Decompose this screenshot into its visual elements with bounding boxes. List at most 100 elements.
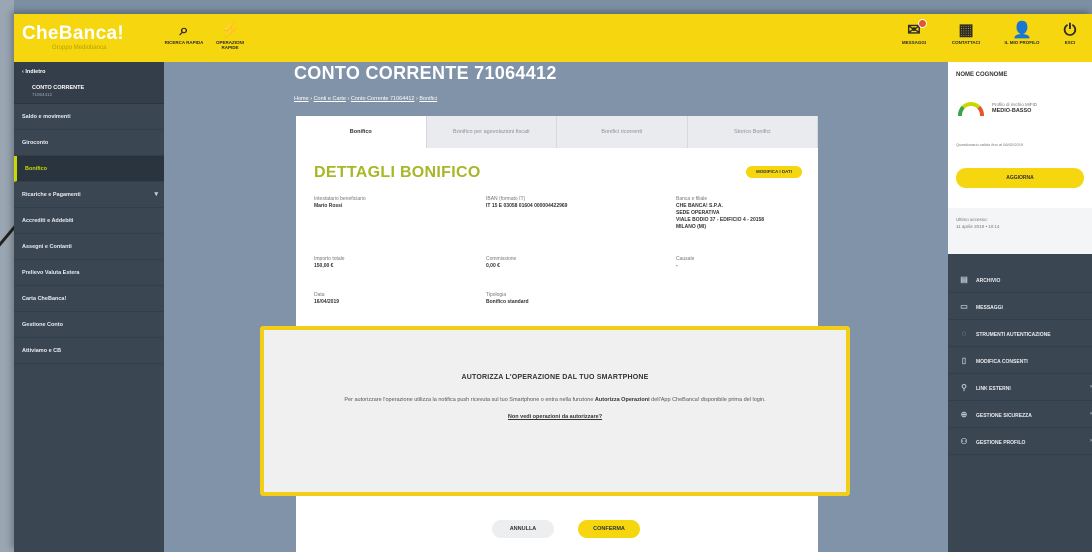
date-field: Data 16/04/2019 <box>314 292 339 306</box>
contacts-icon: ▦ <box>958 22 974 39</box>
right-item-archivio[interactable]: ▤ ARCHIVIO <box>948 266 1092 293</box>
panel-gap <box>948 254 1092 266</box>
sidebar-item-carta[interactable]: Carta CheBanca! <box>14 286 164 312</box>
sidebar-item-prelievo[interactable]: Prelievo Valuta Estera <box>14 260 164 286</box>
sidebar-item-saldo[interactable]: Saldo e movimenti <box>14 104 164 130</box>
brand-logo[interactable]: CheBanca! Gruppo Mediobanca <box>22 23 124 51</box>
breadcrumb-conto[interactable]: Conto Corrente 71064412 <box>351 96 415 102</box>
no-operations-link[interactable]: Non vedi operazioni da autorizzare? <box>264 414 846 420</box>
left-sidebar: ‹ Indietro CONTO CORRENTE 71064412 Saldo… <box>14 62 164 552</box>
user-summary: NOME COGNOME Profilo di rischio MiFID ME… <box>948 62 1092 208</box>
sidebar-item-ricariche[interactable]: Ricariche e Pagamenti ▾ <box>14 182 164 208</box>
amount-value: 150,00 € <box>314 263 334 269</box>
page-title: CONTO CORRENTE 71064412 <box>294 63 557 83</box>
right-item-label: GESTIONE SICUREZZA <box>976 413 1032 419</box>
brand-subtitle: Gruppo Mediobanca <box>52 45 107 51</box>
right-item-messaggi[interactable]: ▭ MESSAGGI <box>948 293 1092 320</box>
quick-search-label: RICERCA RAPIDA <box>164 40 204 45</box>
iban-label: IBAN (formato IT) <box>486 196 526 202</box>
type-label: Tipologia <box>486 292 507 298</box>
risk-profile-label: Profilo di rischio MiFID <box>992 102 1038 107</box>
sidebar-item-accrediti[interactable]: Accrediti e Addebiti <box>14 208 164 234</box>
breadcrumb-home[interactable]: Home <box>294 96 309 102</box>
confirm-button[interactable]: CONFERMA <box>578 520 640 538</box>
search-icon: ⌕ <box>179 22 189 39</box>
modal-title: AUTORIZZA L'OPERAZIONE DAL TUO SMARTPHON… <box>461 374 649 381</box>
bank-branch: SEDE OPERATIVA <box>676 210 720 216</box>
bank-label: Banca e filiale <box>676 196 708 202</box>
reason-label: Causale <box>676 256 695 262</box>
authorize-modal: AUTORIZZA L'OPERAZIONE DAL TUO SMARTPHON… <box>260 326 850 496</box>
tab-bonifico[interactable]: Bonifico <box>296 116 427 148</box>
messages-label: MESSAGGI <box>901 40 927 45</box>
breadcrumb-conti[interactable]: Conti e Carte <box>314 96 346 102</box>
quick-operations-label: OPERAZIONI RAPIDE <box>215 40 244 50</box>
sidebar-item-attiviamo[interactable]: Attiviamo e CB <box>14 338 164 364</box>
modal-text-after: dell'App CheBanca! disponibile prima del… <box>649 397 766 403</box>
tab-agevolazioni[interactable]: Bonifico per agevolazioni fiscali <box>427 116 557 148</box>
right-item-link-esterni[interactable]: ⚲ LINK ESTERNI › <box>948 374 1092 401</box>
chevron-down-icon: ▾ <box>154 191 158 198</box>
contact-us-label: CONTATTACI <box>951 40 981 45</box>
right-item-label: MESSAGGI <box>976 305 1003 311</box>
back-label: Indietro <box>25 69 46 75</box>
tab-bar: Bonifico Bonifico per agevolazioni fisca… <box>296 116 818 148</box>
sidebar-back-link[interactable]: ‹ Indietro <box>22 66 156 78</box>
sidebar-item-bonifico[interactable]: Bonifico <box>14 156 164 182</box>
type-field: Tipologia Bonifico standard <box>486 292 529 306</box>
right-item-profilo[interactable]: ⚇ GESTIONE PROFILO › <box>948 428 1092 455</box>
update-button[interactable]: AGGIORNA <box>956 168 1084 188</box>
right-item-consenti[interactable]: ▯ MODIFICA CONSENTI <box>948 347 1092 374</box>
breadcrumb: Home › Conti e Carte › Conto Corrente 71… <box>294 96 438 102</box>
tab-storico[interactable]: Storico Bonifici <box>688 116 818 148</box>
right-item-label: ARCHIVIO <box>976 278 1001 284</box>
messages-icon: ▭ <box>960 302 968 311</box>
user-icon: 👤 <box>1012 22 1032 39</box>
top-bar: CheBanca! Gruppo Mediobanca ⌕ RICERCA RA… <box>14 14 1092 62</box>
sidebar-item-gestione[interactable]: Gestione Conto <box>14 312 164 338</box>
reason-value: - <box>676 263 678 269</box>
bank-field: Banca e filiale CHE BANCA! S.P.A. SEDE O… <box>676 196 764 231</box>
tab-ricorrenti[interactable]: Bonifici ricorrenti <box>557 116 688 148</box>
archive-icon: ▤ <box>960 275 968 284</box>
lightning-icon: ⚡ <box>220 22 240 39</box>
date-label: Data <box>314 292 325 298</box>
sidebar-item-assegni[interactable]: Assegni e Contanti <box>14 234 164 260</box>
right-item-label: MODIFICA CONSENTI <box>976 359 1028 365</box>
quick-search-button[interactable]: ⌕ RICERCA RAPIDA <box>164 22 204 45</box>
risk-profile-value: MEDIO-BASSO <box>992 108 1032 114</box>
profile-label: IL MIO PROFILO <box>1004 40 1040 45</box>
questionnaire-note: Questionario valido fino al 08/02/2019 <box>956 142 1024 147</box>
logout-button[interactable]: ⏻ ESCI <box>1050 22 1090 45</box>
amount-field: Importo totale 150,00 € <box>314 256 345 270</box>
breadcrumb-bonifici[interactable]: Bonifici <box>419 96 437 102</box>
iban-field: IBAN (formato IT) IT 15 E 03058 01604 00… <box>486 196 567 210</box>
logout-label: ESCI <box>1064 40 1076 45</box>
last-access: Ultimo accesso: 11 aprile 2019 • 10:14 <box>948 208 1092 254</box>
lock-icon: ⊕ <box>960 410 968 419</box>
reason-field: Causale - <box>676 256 694 270</box>
quick-operations-button[interactable]: ⚡ OPERAZIONI RAPIDE <box>210 22 250 50</box>
cancel-button[interactable]: ANNULLA <box>492 520 554 538</box>
risk-profile: Profilo di rischio MiFID MEDIO-BASSO <box>992 102 1037 114</box>
fee-field: Commissione 0,00 € <box>486 256 516 270</box>
last-access-label: Ultimo accesso: <box>956 217 988 222</box>
sidebar-back-group[interactable]: ‹ Indietro CONTO CORRENTE 71064412 <box>14 62 164 104</box>
amount-label: Importo totale <box>314 256 345 262</box>
exit-icon: ⏻ <box>1063 22 1077 39</box>
fee-value: 0,00 € <box>486 263 500 269</box>
section-title: DETTAGLI BONIFICO <box>314 164 481 181</box>
iban-value: IT 15 E 03058 01604 000004422969 <box>486 203 568 209</box>
beneficiary-field: Intestatario beneficiario Mario Rossi <box>314 196 366 210</box>
right-item-autenticazione[interactable]: ◌ STRUMENTI AUTENTICAZIONE <box>948 320 1092 347</box>
messages-button[interactable]: ✉ MESSAGGI <box>894 19 934 45</box>
right-item-sicurezza[interactable]: ⊕ GESTIONE SICUREZZA › <box>948 401 1092 428</box>
beneficiary-label: Intestatario beneficiario <box>314 196 366 202</box>
modify-button[interactable]: MODIFICA I DATI <box>746 166 802 178</box>
contact-us-button[interactable]: ▦ CONTATTACI <box>946 22 986 45</box>
beneficiary-value: Mario Rossi <box>314 203 343 209</box>
bank-city: MILANO (MI) <box>676 224 706 230</box>
account-label: CONTO CORRENTE <box>32 85 85 91</box>
profile-button[interactable]: 👤 IL MIO PROFILO <box>1002 22 1042 45</box>
sidebar-item-giroconto[interactable]: Giroconto <box>14 130 164 156</box>
